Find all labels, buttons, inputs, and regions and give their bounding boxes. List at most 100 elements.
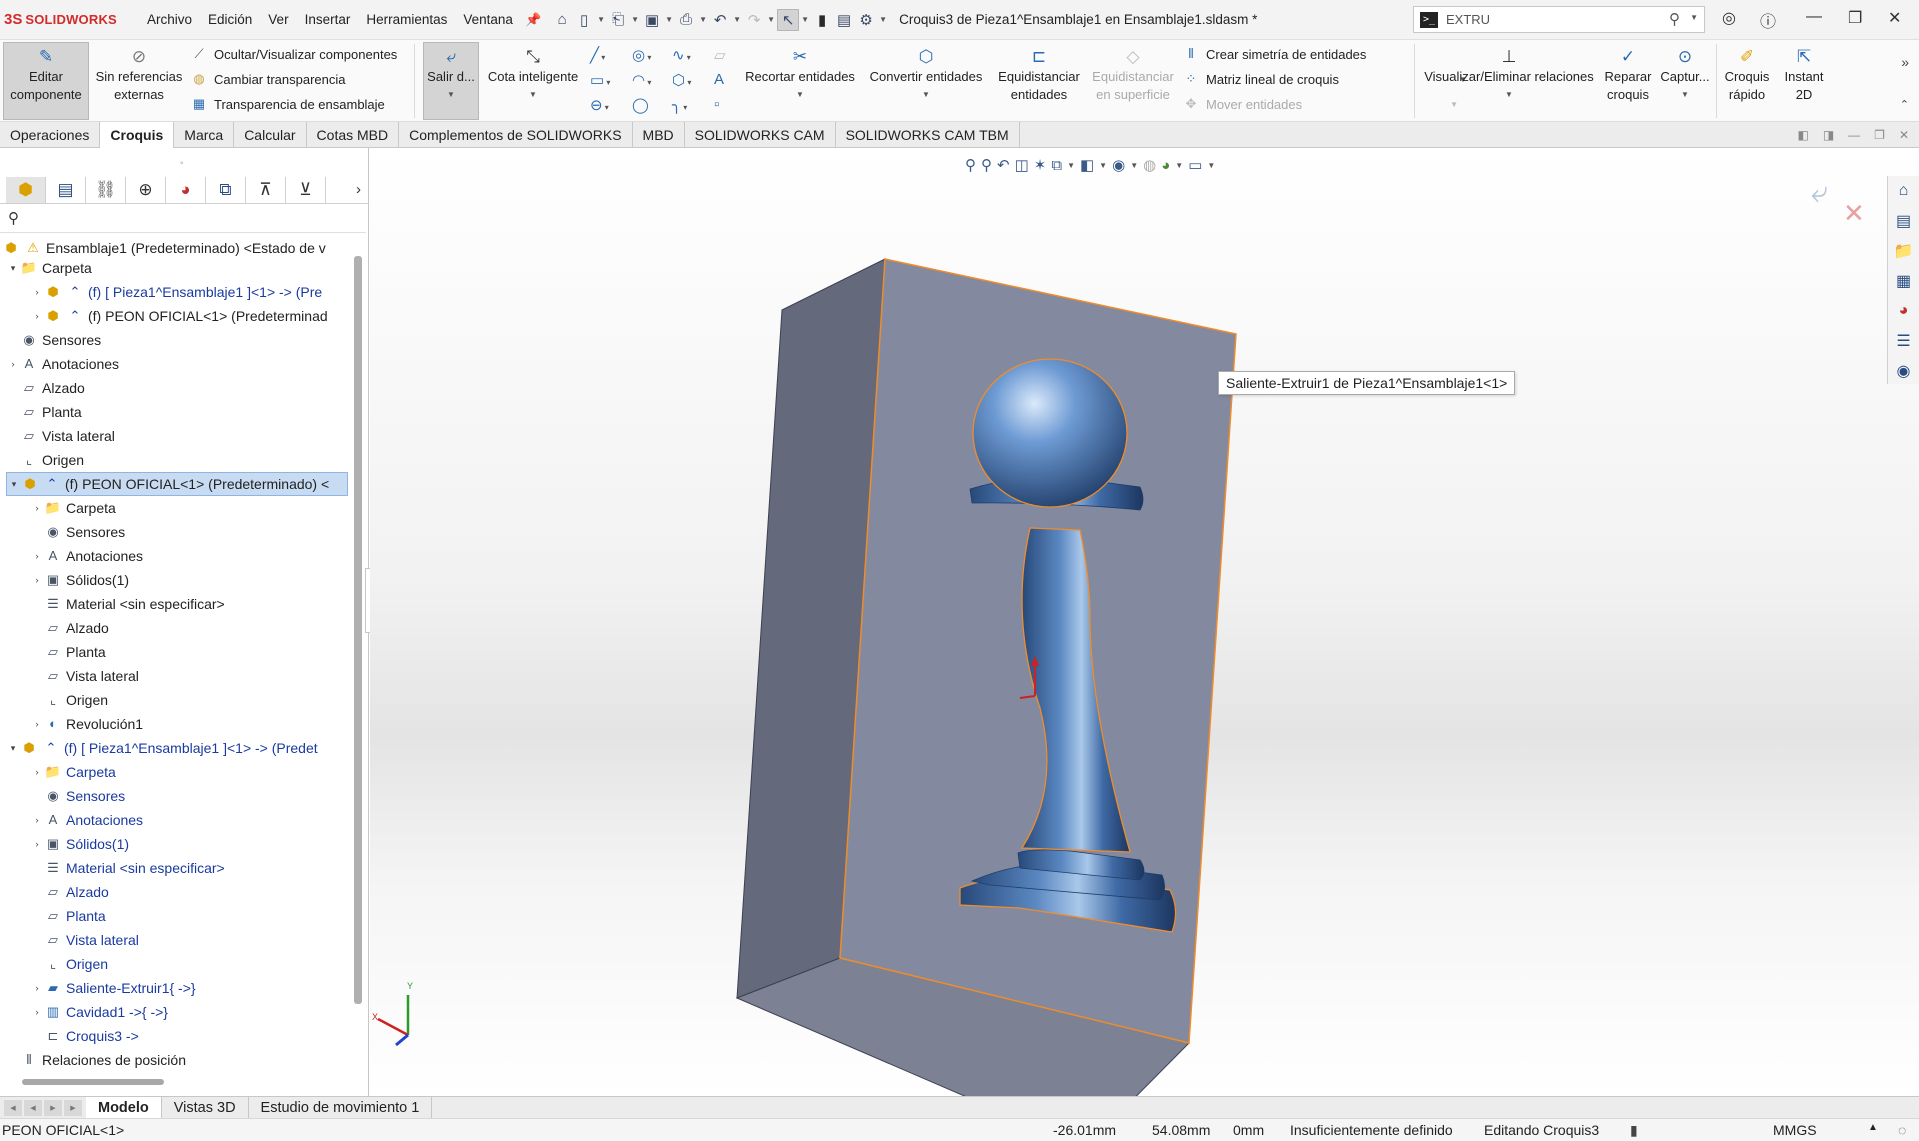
tree-item[interactable]: ◉ Sensores [44,520,125,544]
file-properties-icon[interactable]: ▤ [833,9,855,31]
menu-ventana[interactable]: Ventana [455,12,521,27]
arc-tool-icon[interactable]: ◠ ▾ [632,71,651,89]
rebuild-indicator-icon[interactable]: ▮ [1630,1122,1638,1139]
custom-properties-icon[interactable]: ☰ [1888,326,1919,356]
tab-estudio-movimiento[interactable]: Estudio de movimiento 1 [249,1096,433,1119]
polygon-tool-icon[interactable]: ⬡ ▾ [672,71,691,89]
expand-icon[interactable]: › [30,808,44,832]
menu-ver[interactable]: Ver [260,12,296,27]
mover-entidades-button[interactable]: ✥ Mover entidades ▼ [1182,96,1459,112]
tree-item[interactable]: › ▣ Sólidos(1) [30,568,130,592]
tree-item[interactable]: › A Anotaciones [30,808,144,832]
print-dropdown-icon[interactable]: ▼ [697,15,709,24]
tree-item[interactable]: ☰ Material <sin especificar> [44,856,225,880]
tree-item[interactable]: ▱ Vista lateral [44,664,139,688]
cambiar-transparencia-button[interactable]: ◍ Cambiar transparencia [190,71,345,87]
quick-tips-icon[interactable]: ◌ [1898,1122,1906,1138]
tree-vertical-scrollbar[interactable] [354,256,362,1004]
point-tool-icon[interactable]: ▫ [714,96,719,113]
tab-solidworks-cam[interactable]: SOLIDWORKS CAM [685,122,836,148]
tab-modelo[interactable]: Modelo [86,1096,162,1119]
cota-dropdown-icon[interactable]: ▼ [482,86,584,104]
redo-icon[interactable]: ↷ [743,9,765,31]
pin-menu-icon[interactable]: 📌 [525,12,541,28]
tree-item[interactable]: ▾ 📁 Carpeta [6,256,92,280]
menu-archivo[interactable]: Archivo [139,12,200,27]
slot-tool-icon[interactable]: ⊖ ▾ [590,96,609,114]
expand-icon[interactable]: › [30,976,44,1000]
tree-item[interactable]: › ▰ Saliente-Extruir1{ ->} [30,976,196,1000]
expand-icon[interactable]: › [30,1000,44,1024]
tree-item[interactable]: › A Anotaciones [6,352,120,376]
more-tabs-icon[interactable]: › [356,181,361,198]
ocultar-button[interactable]: ⟋ Ocultar/Visualizar componentes [190,46,397,62]
tab-vistas-3d[interactable]: Vistas 3D [162,1096,249,1119]
exit-sketch-confirm-icon[interactable]: ⤶ [1811,176,1828,210]
search-icon[interactable]: ⚲ [1669,10,1680,28]
print-icon[interactable]: ⎙ [675,9,697,31]
tree-item[interactable]: › A Anotaciones [30,544,144,568]
design-library-icon[interactable]: ▤ [1888,206,1919,236]
cancel-sketch-icon[interactable]: ✕ [1843,198,1865,229]
tree-item[interactable]: › ▥ Cavidad1 ->{ ->} [30,1000,168,1024]
tab-mbd[interactable]: MBD [633,122,685,148]
expand-icon[interactable]: › [30,496,44,520]
configuration-manager-tab-icon[interactable]: ⛓ [86,176,126,203]
display-manager-tab-icon[interactable]: ◕ [166,176,206,203]
doc-restore-icon[interactable]: ❐ [1874,128,1885,142]
ribbon-overflow-icon[interactable]: » [1901,54,1909,70]
menu-insertar[interactable]: Insertar [297,12,359,27]
ellipse-tool-icon[interactable]: ◯ [632,96,649,114]
solidworks-logo[interactable]: 3S SOLIDWORKS [4,11,139,28]
cam-operation-tab-icon[interactable]: ⊼ [246,176,286,203]
tree-item[interactable]: ▱ Vista lateral [44,928,139,952]
doc-close-icon[interactable]: ✕ [1899,128,1909,142]
redo-dropdown-icon[interactable]: ▼ [765,15,777,24]
tree-item[interactable]: › ▣ Sólidos(1) [30,832,130,856]
spline-tool-icon[interactable]: ∿ ▾ [672,46,691,64]
expand-icon[interactable]: › [6,352,20,376]
recortar-dropdown-icon[interactable]: ▼ [740,86,860,104]
feature-manager-tab-icon[interactable]: ⬢ [6,176,46,203]
expand-icon[interactable]: › [30,760,44,784]
expand-icon[interactable]: › [30,832,44,856]
search-dropdown-icon[interactable]: ▼ [1690,13,1698,22]
file-explorer-icon[interactable]: 📁 [1888,236,1919,266]
equidistanciar-entidades-button[interactable]: ⊏ Equidistanciar entidades [992,46,1086,104]
relaciones-button[interactable]: ⊥ Visualizar/Eliminar relaciones ▼ [1418,46,1600,104]
recortar-entidades-button[interactable]: ✂ Recortar entidades ▼ [740,46,860,104]
menu-herramientas[interactable]: Herramientas [358,12,455,27]
view-palette-icon[interactable]: ▦ [1888,266,1919,296]
select-cursor-icon[interactable]: ↖ [777,8,800,31]
model-3d-view[interactable] [370,148,1919,1096]
equidistanciar-superficie-button[interactable]: ◇ Equidistanciar en superficie [1088,46,1178,104]
open-icon[interactable]: ⎗ [607,9,629,31]
convertir-dropdown-icon[interactable]: ▼ [864,86,988,104]
tab-croquis[interactable]: Croquis [100,122,175,148]
next-tab-icon[interactable]: ▶ [44,1099,62,1116]
tree-item[interactable]: ▱ Planta [44,640,106,664]
account-icon[interactable]: ◎ [1722,8,1736,28]
plane-tool-icon[interactable]: ▱ [714,46,726,64]
save-icon[interactable]: ▣ [641,9,663,31]
tree-item[interactable]: ▾ ⬢ ⌃ (f) [ Pieza1^Ensamblaje1 ]<1> -> (Pre… [6,736,318,760]
tree-item[interactable]: ☰ Material <sin especificar> [44,592,225,616]
transparencia-ensamblaje-button[interactable]: ▦ Transparencia de ensamblaje [190,96,385,112]
fillet-tool-icon[interactable]: ╮ ▾ [672,96,687,114]
graphics-area[interactable]: ⚲ ⚲ ↶ ◫ ✶ ⧉ ▼ ◧ ▼ ◉ ▼ ◍ ◕ ▼ ▭ ▼ Saliente… [370,148,1919,1096]
minimize-window-icon[interactable]: — [1806,8,1822,26]
tree-item[interactable]: › ⬢ ⌃ (f) [ Pieza1^Ensamblaje1 ]<1> -> (Pre [30,280,323,304]
tree-item[interactable]: › 📁 Carpeta [30,760,116,784]
tab-operaciones[interactable]: Operaciones [0,122,101,148]
tree-item[interactable]: ◉ Sensores [20,328,101,352]
status-units[interactable]: MMGS [1773,1122,1817,1138]
options-gear-icon[interactable]: ⚙ [855,9,877,31]
circle-tool-icon[interactable]: ◎ ▾ [632,46,651,64]
croquis-rapido-button[interactable]: ✐ Croquis rápido [1720,46,1774,104]
options-dropdown-icon[interactable]: ▼ [877,15,889,24]
line-tool-icon[interactable]: ╱ ▾ [590,46,605,64]
tree-item[interactable]: ▱ Planta [20,400,82,424]
editar-componente-button[interactable]: ✎ Editar componente [6,46,86,104]
tree-item[interactable]: ▱ Alzado [20,376,85,400]
traffic-light-icon[interactable]: ▮ [811,9,833,31]
